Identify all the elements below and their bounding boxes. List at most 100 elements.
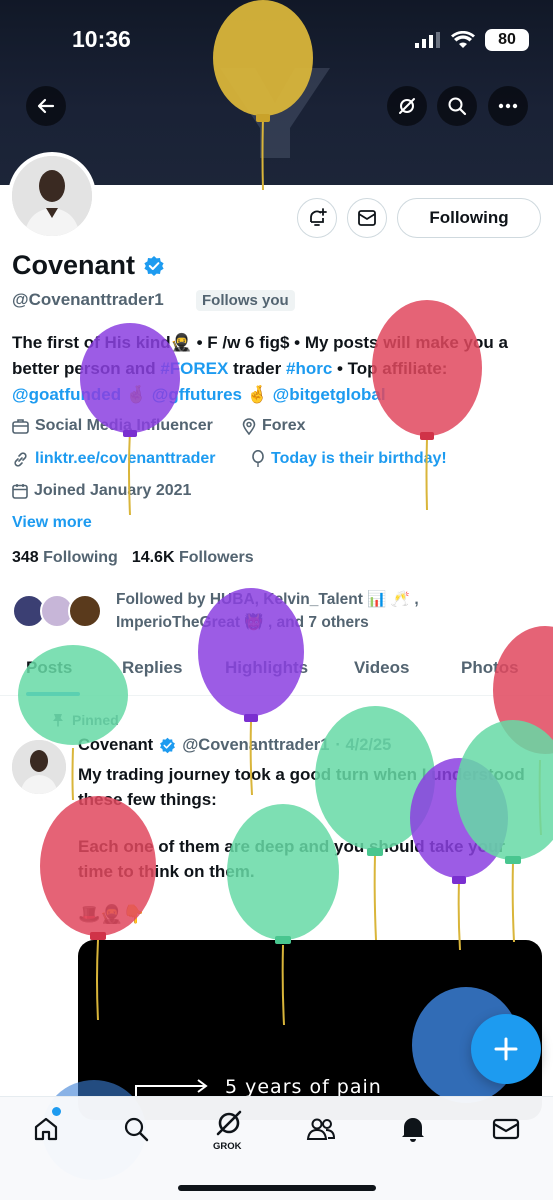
view-more-link[interactable]: View more bbox=[12, 514, 92, 532]
notifications-icon bbox=[402, 1118, 424, 1142]
message-button[interactable] bbox=[347, 198, 387, 238]
profile-joined: Joined January 2021 bbox=[12, 482, 191, 500]
nav-home[interactable] bbox=[28, 1111, 64, 1147]
verified-badge-icon[interactable] bbox=[143, 255, 165, 277]
media-arrow bbox=[135, 1079, 208, 1096]
profile-handle: @Covenanttrader1 bbox=[12, 290, 164, 309]
grok-icon bbox=[399, 98, 415, 114]
tab-highlights[interactable]: Highlights bbox=[225, 658, 308, 678]
follows-you-badge: Follows you bbox=[196, 290, 295, 311]
wifi-icon bbox=[451, 31, 475, 48]
category-text: Social Media Influencer bbox=[35, 417, 213, 434]
media-caption-text: 5 years of pain bbox=[225, 1076, 382, 1098]
mail-icon bbox=[358, 210, 376, 226]
search-button[interactable] bbox=[437, 86, 477, 126]
crossed-fingers-emoji: 🤞 bbox=[246, 385, 268, 404]
link-icon bbox=[14, 451, 27, 467]
briefcase-icon bbox=[12, 419, 29, 434]
balloon-icon bbox=[252, 450, 264, 467]
following-label: Following bbox=[43, 549, 118, 566]
joined-text: Joined January 2021 bbox=[34, 482, 192, 499]
grok-button[interactable] bbox=[387, 86, 427, 126]
post-text-paragraph: Each one of them are deep and you should… bbox=[78, 837, 505, 881]
mention-link[interactable]: @goatfunded bbox=[12, 385, 121, 404]
pinned-label: Pinned bbox=[52, 712, 119, 728]
follower-avatar[interactable] bbox=[68, 594, 102, 628]
follow-counts: 348 Following 14.6K Followers bbox=[12, 549, 254, 567]
followed-by-line: Followed by HUBA, Kelvin_Talent 📊 🥂 , bbox=[116, 591, 419, 608]
grok-icon bbox=[216, 1110, 242, 1136]
profile-tabs: Posts Replies Highlights Videos Photos bbox=[0, 648, 553, 696]
location-icon bbox=[242, 417, 256, 435]
hashtag-link[interactable]: #FOREX bbox=[160, 359, 228, 378]
location-text: Forex bbox=[262, 417, 306, 434]
profile-location: Forex bbox=[242, 417, 306, 435]
post-emoji-line: 🎩🥷👇 bbox=[78, 904, 146, 924]
hashtag-link[interactable]: #horc bbox=[286, 359, 332, 378]
tab-posts[interactable]: Posts bbox=[26, 658, 72, 678]
followers-count-link[interactable]: 14.6K Followers bbox=[132, 549, 254, 567]
followed-by-line: ImperioTheGreat 👹 , and 7 others bbox=[116, 614, 369, 631]
post-avatar-image bbox=[12, 740, 66, 794]
bio-text: trader bbox=[228, 359, 286, 378]
profile-avatar[interactable] bbox=[8, 152, 96, 240]
nav-messages[interactable] bbox=[488, 1111, 524, 1147]
status-time: 10:36 bbox=[72, 26, 131, 52]
nav-communities[interactable] bbox=[303, 1111, 339, 1147]
nav-grok[interactable] bbox=[211, 1105, 247, 1141]
nav-explore[interactable] bbox=[118, 1111, 154, 1147]
battery-indicator: 80 bbox=[485, 29, 529, 51]
following-button[interactable]: Following bbox=[397, 198, 541, 238]
post-author-name[interactable]: Covenant bbox=[78, 736, 153, 755]
active-tab-indicator bbox=[26, 692, 80, 696]
post-text-paragraph: My trading journey took a good turn when… bbox=[78, 765, 525, 809]
profile-category: Social Media Influencer bbox=[12, 417, 213, 435]
post-media[interactable]: 5 years of pain bbox=[78, 940, 542, 1120]
birthday-text: Today is their birthday! bbox=[271, 450, 447, 467]
plus-icon bbox=[494, 1037, 518, 1061]
bottom-navigation: GROK bbox=[0, 1096, 553, 1200]
home-notification-dot bbox=[52, 1107, 61, 1116]
search-icon bbox=[448, 97, 467, 116]
back-arrow-icon bbox=[37, 98, 55, 114]
tab-videos[interactable]: Videos bbox=[354, 658, 409, 678]
more-options-button[interactable] bbox=[488, 86, 528, 126]
mention-link[interactable]: @gffutures bbox=[152, 385, 242, 404]
ninja-emoji: 🥷 bbox=[170, 333, 192, 352]
nav-grok-label: GROK bbox=[213, 1141, 242, 1152]
mention-link[interactable]: @bitgetglobal bbox=[273, 385, 386, 404]
back-button[interactable] bbox=[26, 86, 66, 126]
tab-photos[interactable]: Photos bbox=[461, 658, 519, 678]
notifications-subscribe-button[interactable] bbox=[297, 198, 337, 238]
profile-birthday: Today is their birthday! bbox=[251, 450, 447, 468]
people-icon bbox=[306, 1118, 336, 1140]
post-body[interactable]: My trading journey took a good turn when… bbox=[78, 762, 538, 884]
nav-notifications[interactable] bbox=[395, 1111, 431, 1147]
banner-logo-image bbox=[220, 68, 330, 158]
avatar-image bbox=[12, 156, 92, 236]
home-icon bbox=[34, 1117, 58, 1141]
followed-by-text[interactable]: Followed by HUBA, Kelvin_Talent 📊 🥂 , Im… bbox=[116, 588, 446, 634]
cellular-signal-icon bbox=[415, 32, 440, 48]
profile-website[interactable]: linktr.ee/covenanttrader bbox=[12, 450, 216, 468]
pin-icon bbox=[53, 714, 63, 727]
followers-label: Followers bbox=[178, 549, 254, 566]
verified-badge-icon bbox=[160, 737, 176, 754]
post-header: Covenant @Covenanttrader1 · 4/2/25 bbox=[78, 736, 391, 755]
website-link[interactable]: linktr.ee/covenanttrader bbox=[35, 450, 216, 468]
messages-icon bbox=[492, 1118, 520, 1140]
following-count-link[interactable]: 348 Following bbox=[12, 549, 118, 567]
post-author-avatar[interactable] bbox=[12, 740, 66, 794]
profile-name: Covenant bbox=[12, 250, 136, 280]
post-date: · 4/2/25 bbox=[335, 736, 392, 754]
followers-count: 14.6K bbox=[131, 549, 175, 566]
following-count: 348 bbox=[12, 549, 39, 566]
tab-replies[interactable]: Replies bbox=[122, 658, 182, 678]
compose-post-button[interactable] bbox=[471, 1014, 541, 1084]
search-icon bbox=[124, 1117, 149, 1142]
status-icons: 80 bbox=[415, 28, 529, 52]
bio-text: The first of His kind bbox=[12, 333, 171, 352]
calendar-icon bbox=[12, 484, 28, 499]
profile-name-row: Covenant bbox=[12, 250, 165, 281]
home-indicator-bar bbox=[178, 1185, 376, 1191]
